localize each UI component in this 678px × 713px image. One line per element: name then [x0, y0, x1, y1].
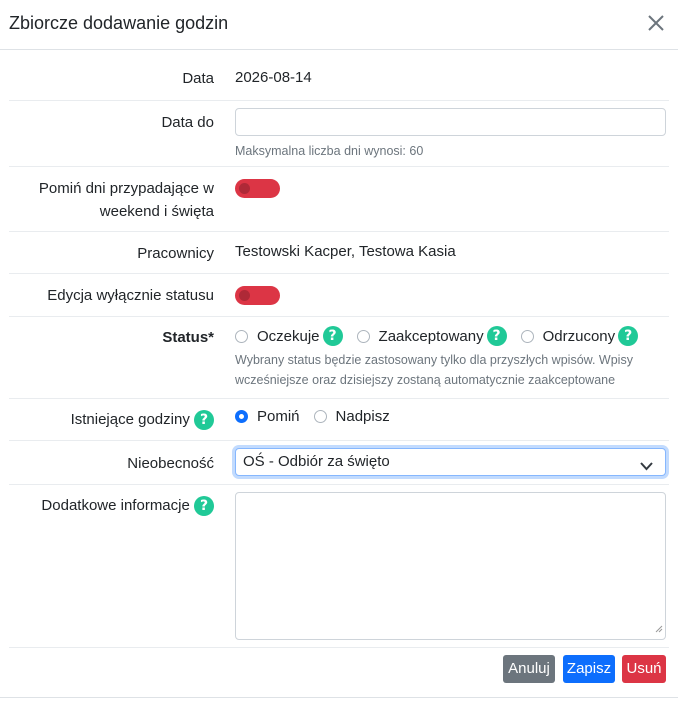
row-status-only: Edycja wyłącznie statusu [9, 274, 669, 317]
date-label: Data [182, 70, 214, 87]
row-date: Data 2026-08-14 [9, 51, 669, 101]
status-label: Status* [162, 329, 214, 346]
row-additional-info: Dodatkowe informacje ? [9, 485, 669, 648]
close-icon[interactable] [646, 13, 666, 33]
existing-option-skip[interactable]: Pomiń [235, 408, 300, 425]
footer-divider [0, 697, 678, 698]
status-hint: Wybrany status będzie zastosowany tylko … [235, 353, 633, 387]
radio-circle[interactable] [235, 410, 248, 423]
existing-hours-radio-group: Pomiń Nadpisz [235, 408, 404, 425]
employees-label: Pracownicy [137, 245, 214, 262]
status-option-pending[interactable]: Oczekuje ? [235, 326, 343, 346]
help-icon[interactable]: ? [194, 410, 214, 431]
radio-circle[interactable] [356, 329, 370, 343]
row-date-to: Data do Maksymalna liczba dni wynosi: 60 [9, 101, 669, 167]
radio-circle[interactable] [520, 329, 534, 343]
modal-title: Zbiorcze dodawanie godzin [9, 13, 229, 33]
skip-weekends-label: Pomiń dni przypadające w weekend i święt… [38, 180, 214, 220]
modal-header: Zbiorcze dodawanie godzin [0, 0, 678, 50]
delete-button[interactable]: Usuń [622, 655, 666, 683]
save-button[interactable]: Zapisz [563, 655, 615, 683]
radio-circle[interactable] [313, 410, 327, 423]
radio-circle[interactable] [235, 329, 248, 343]
row-employees: Pracownicy Testowski Kacper, Testowa Kas… [9, 232, 669, 274]
cancel-button[interactable]: Anuluj [503, 655, 555, 683]
help-icon[interactable]: ? [194, 496, 214, 517]
row-status: Status* Oczekuje ? Zaakceptowany ? Odrzu… [9, 317, 669, 399]
absence-select[interactable]: OŚ - Odbiór za święto [235, 448, 666, 476]
status-option-rejected[interactable]: Odrzucony ? [520, 326, 639, 346]
employees-value: Testowski Kacper, Testowa Kasia [235, 243, 456, 260]
existing-option-overwrite[interactable]: Nadpisz [313, 408, 390, 425]
date-value: 2026-08-14 [235, 69, 312, 86]
help-icon[interactable]: ? [486, 326, 507, 346]
date-to-hint: Maksymalna liczba dni wynosi: 60 [235, 144, 424, 158]
additional-info-textarea[interactable] [235, 492, 666, 640]
status-radio-group: Oczekuje ? Zaakceptowany ? Odrzucony ? [235, 326, 652, 346]
status-only-toggle[interactable] [235, 286, 280, 305]
chevron-down-icon [640, 458, 653, 475]
existing-hours-label: Istniejące godziny ? [9, 408, 214, 431]
absence-selected-value: OŚ - Odbiór za święto [243, 453, 390, 470]
resize-handle-icon[interactable] [655, 620, 663, 637]
status-only-label: Edycja wyłącznie statusu [47, 287, 214, 304]
skip-weekends-toggle[interactable] [235, 179, 280, 198]
row-absence: Nieobecność OŚ - Odbiór za święto [9, 441, 669, 485]
row-existing-hours: Istniejące godziny ? Pomiń Nadpisz [9, 399, 669, 441]
status-option-accepted[interactable]: Zaakceptowany ? [356, 326, 507, 346]
date-to-input[interactable] [235, 108, 666, 136]
row-skip-weekends: Pomiń dni przypadające w weekend i święt… [9, 167, 669, 232]
additional-info-label: Dodatkowe informacje ? [9, 494, 214, 517]
date-to-label: Data do [161, 114, 214, 131]
help-icon[interactable]: ? [322, 326, 343, 346]
absence-label: Nieobecność [127, 455, 214, 472]
help-icon[interactable]: ? [618, 326, 639, 346]
